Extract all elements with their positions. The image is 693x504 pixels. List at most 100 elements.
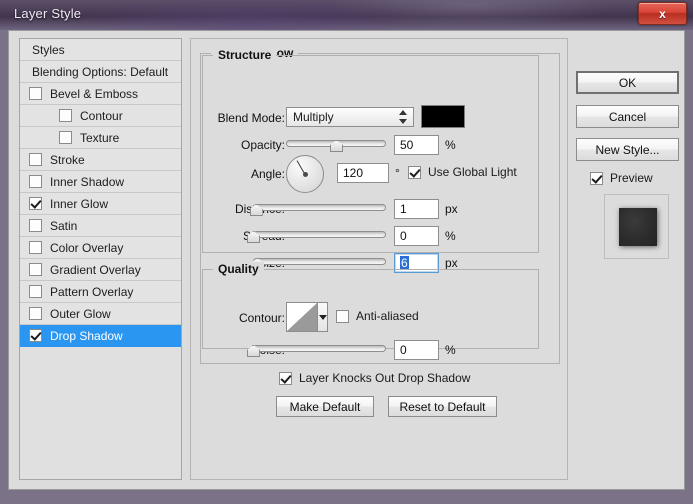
styles-item-satin[interactable]: Satin	[20, 215, 181, 237]
layer-style-window: Layer Style x Styles Blending Options: D…	[0, 0, 693, 504]
distance-input[interactable]: 1	[394, 199, 439, 219]
styles-item-check-icon[interactable]	[28, 87, 42, 100]
make-default-button[interactable]: Make Default	[276, 396, 374, 417]
effect-settings-panel: Drop Shadow Structure Blend Mode: Multip…	[190, 38, 568, 480]
styles-list-empty-space	[20, 347, 181, 479]
styles-item-checkbox-wrap	[20, 175, 50, 188]
distance-value: 1	[400, 202, 407, 216]
styles-item-check-icon[interactable]	[28, 219, 42, 232]
opacity-slider[interactable]	[286, 136, 386, 154]
noise-slider-track	[253, 345, 386, 352]
styles-item-label: Satin	[50, 218, 78, 233]
chevron-updown-icon	[399, 110, 408, 124]
structure-group: Structure	[202, 48, 539, 253]
styles-item-check-icon[interactable]	[28, 175, 42, 188]
styles-item-label: Texture	[80, 130, 120, 145]
styles-effect-items: Bevel & Emboss Contour Texture Stroke Inner …	[20, 83, 181, 347]
styles-item-bevel-emboss[interactable]: Bevel & Emboss	[20, 83, 181, 105]
styles-item-gradient-overlay[interactable]: Gradient Overlay	[20, 259, 181, 281]
layer-knocks-out-label: Layer Knocks Out Drop Shadow	[299, 371, 471, 385]
structure-group-title: Structure	[213, 48, 277, 62]
styles-item-checkbox-wrap	[20, 263, 50, 276]
spread-input[interactable]: 0	[394, 226, 439, 246]
styles-item-checkbox-wrap	[20, 153, 50, 166]
new-style-button[interactable]: New Style...	[576, 138, 679, 161]
styles-item-check-icon[interactable]	[28, 153, 42, 166]
styles-item-color-overlay[interactable]: Color Overlay	[20, 237, 181, 259]
preview-thumbnail	[604, 194, 669, 259]
blend-mode-dropdown[interactable]: Multiply	[286, 107, 414, 127]
opacity-unit-label: %	[445, 138, 456, 152]
styles-item-check-icon[interactable]	[28, 307, 42, 320]
distance-unit-label: px	[445, 202, 458, 216]
opacity-value: 50	[400, 138, 414, 152]
use-global-light-check-icon[interactable]	[408, 165, 421, 179]
styles-item-check-icon[interactable]	[59, 131, 72, 144]
distance-slider[interactable]	[249, 200, 386, 218]
reset-to-default-button[interactable]: Reset to Default	[388, 396, 497, 417]
cancel-button[interactable]: Cancel	[576, 105, 679, 128]
styles-list-header: Styles	[20, 39, 181, 61]
size-value: 6	[400, 256, 409, 270]
opacity-input[interactable]: 50	[394, 135, 439, 155]
layer-knocks-out-check-icon[interactable]	[279, 371, 292, 385]
opacity-label: Opacity:	[240, 138, 285, 152]
quality-group-title: Quality	[213, 262, 264, 276]
styles-item-stroke[interactable]: Stroke	[20, 149, 181, 171]
shadow-color-swatch[interactable]	[421, 105, 465, 128]
ok-button[interactable]: OK	[576, 71, 679, 94]
blend-mode-value: Multiply	[293, 110, 334, 124]
spread-slider[interactable]	[247, 227, 386, 245]
angle-dial[interactable]	[286, 155, 324, 193]
styles-item-checkbox-wrap	[20, 329, 50, 342]
styles-item-checkbox-wrap	[20, 219, 50, 232]
anti-aliased-checkbox[interactable]: Anti-aliased	[336, 309, 419, 323]
angle-input[interactable]: 120	[337, 163, 389, 183]
styles-item-checkbox-wrap	[20, 307, 50, 320]
angle-dial-hub	[302, 171, 308, 177]
styles-item-texture[interactable]: Texture	[20, 127, 181, 149]
styles-item-label: Drop Shadow	[50, 328, 123, 343]
spread-unit-label: %	[445, 229, 456, 243]
styles-item-checkbox-wrap	[20, 241, 50, 254]
styles-item-check-icon[interactable]	[28, 197, 42, 210]
styles-list[interactable]: Styles Blending Options: Default Bevel &…	[19, 38, 182, 480]
styles-item-check-icon[interactable]	[28, 241, 42, 254]
styles-item-check-icon[interactable]	[28, 263, 42, 276]
styles-item-label: Inner Shadow	[50, 174, 125, 189]
chevron-down-icon[interactable]	[318, 303, 327, 331]
styles-item-inner-glow[interactable]: Inner Glow	[20, 193, 181, 215]
styles-item-check-icon[interactable]	[28, 329, 42, 342]
styles-item-drop-shadow[interactable]: Drop Shadow	[20, 325, 181, 347]
styles-item-blending-options[interactable]: Blending Options: Default	[20, 61, 181, 83]
noise-input[interactable]: 0	[394, 340, 439, 360]
preview-label: Preview	[610, 171, 653, 185]
styles-item-label: Gradient Overlay	[50, 262, 141, 277]
noise-value: 0	[400, 343, 407, 357]
styles-item-label: Color Overlay	[50, 240, 124, 255]
styles-item-checkbox-wrap	[20, 87, 50, 100]
noise-slider[interactable]	[247, 341, 386, 359]
preview-check-icon[interactable]	[590, 171, 603, 185]
angle-unit-label: °	[395, 166, 400, 180]
dialog-client-area: Styles Blending Options: Default Bevel &…	[8, 30, 685, 490]
use-global-light-checkbox[interactable]: Use Global Light	[408, 165, 517, 179]
anti-aliased-check-icon[interactable]	[336, 309, 349, 323]
styles-item-check-icon[interactable]	[59, 109, 72, 122]
contour-preview-dropdown[interactable]	[286, 302, 328, 332]
angle-label: Angle:	[250, 167, 285, 181]
preview-checkbox[interactable]: Preview	[590, 171, 653, 185]
styles-item-pattern-overlay[interactable]: Pattern Overlay	[20, 281, 181, 303]
styles-item-label: Contour	[80, 108, 123, 123]
layer-knocks-out-checkbox[interactable]: Layer Knocks Out Drop Shadow	[279, 371, 470, 385]
styles-item-label: Stroke	[50, 152, 85, 167]
styles-list-header-label: Styles	[32, 42, 65, 57]
styles-item-inner-shadow[interactable]: Inner Shadow	[20, 171, 181, 193]
styles-item-label: Outer Glow	[50, 306, 111, 321]
window-title: Layer Style	[14, 6, 82, 21]
size-unit-label: px	[445, 256, 458, 270]
styles-item-check-icon[interactable]	[28, 285, 42, 298]
close-icon[interactable]: x	[638, 2, 687, 25]
styles-item-contour[interactable]: Contour	[20, 105, 181, 127]
styles-item-outer-glow[interactable]: Outer Glow	[20, 303, 181, 325]
